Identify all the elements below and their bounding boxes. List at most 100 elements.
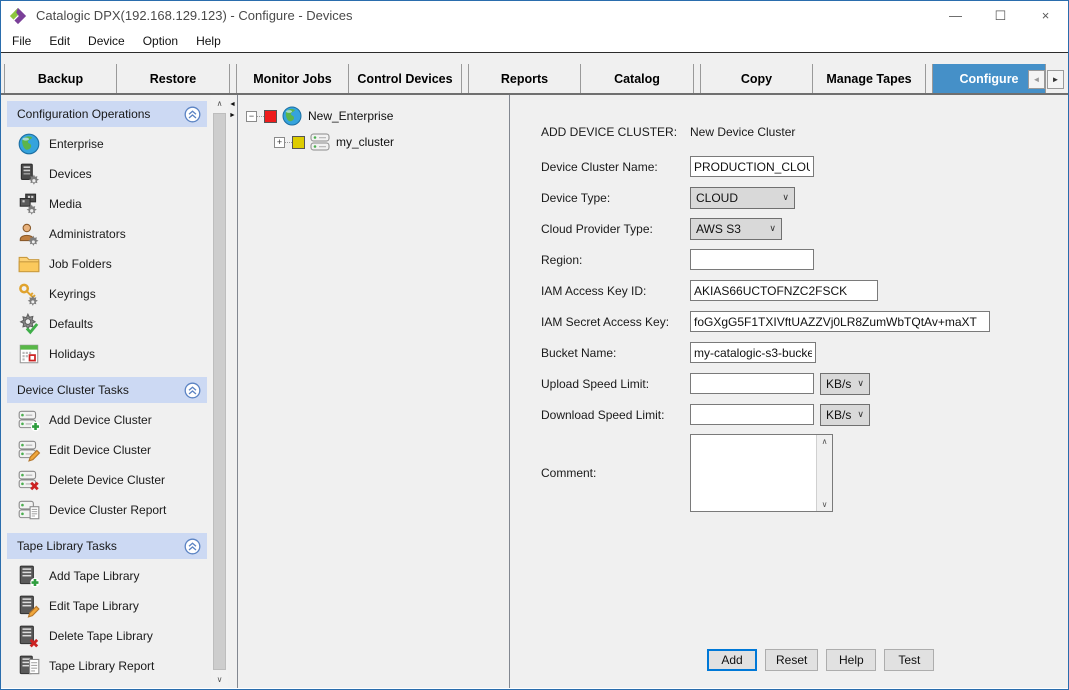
cluster-report-icon bbox=[17, 498, 41, 522]
tape-report-icon bbox=[17, 654, 41, 678]
device-type-dropdown[interactable]: CLOUD ∨ bbox=[690, 187, 795, 209]
sidebar-scrollbar[interactable]: ∧ ∨ bbox=[211, 95, 228, 688]
menu-file[interactable]: File bbox=[3, 30, 40, 52]
tab-scroll-right-icon[interactable]: ► bbox=[1047, 70, 1064, 89]
menu-option[interactable]: Option bbox=[134, 30, 187, 52]
bucket-name-field[interactable] bbox=[690, 342, 816, 363]
keys-gear-icon bbox=[17, 282, 41, 306]
sidebar-item-add-device-cluster[interactable]: Add Device Cluster bbox=[7, 405, 207, 435]
section-device-cluster-tasks[interactable]: Device Cluster Tasks bbox=[7, 377, 207, 403]
help-button[interactable]: Help bbox=[826, 649, 876, 671]
menu-device[interactable]: Device bbox=[79, 30, 134, 52]
section-title: Device Cluster Tasks bbox=[17, 383, 184, 397]
globe-icon bbox=[17, 132, 41, 156]
sidebar-item-media[interactable]: Media bbox=[7, 189, 207, 219]
tree-node-label: my_cluster bbox=[336, 135, 394, 149]
iam-secret-access-key-label: IAM Secret Access Key: bbox=[541, 315, 690, 329]
bucket-name-label: Bucket Name: bbox=[541, 346, 690, 360]
scroll-down-icon[interactable]: ∨ bbox=[211, 671, 228, 688]
cluster-delete-icon bbox=[17, 468, 41, 492]
maximize-icon[interactable]: ☐ bbox=[978, 1, 1023, 30]
scroll-up-icon[interactable]: ∧ bbox=[822, 437, 828, 446]
scroll-up-icon[interactable]: ∧ bbox=[211, 95, 228, 112]
menu-help[interactable]: Help bbox=[187, 30, 230, 52]
tab-strip: Backup Restore Monitor Jobs Control Devi… bbox=[1, 53, 1068, 95]
tab-scroll-left-icon[interactable]: ◄ bbox=[1028, 70, 1045, 89]
tree-collapse-box[interactable]: − bbox=[246, 111, 257, 122]
tab-copy[interactable]: Copy bbox=[701, 64, 813, 93]
download-speed-limit-field[interactable] bbox=[690, 404, 814, 425]
region-field[interactable] bbox=[690, 249, 814, 270]
tab-restore[interactable]: Restore bbox=[117, 64, 229, 93]
tab-monitor-jobs[interactable]: Monitor Jobs bbox=[237, 64, 349, 93]
comment-scrollbar[interactable]: ∧ ∨ bbox=[816, 435, 832, 511]
tab-catalog[interactable]: Catalog bbox=[581, 64, 693, 93]
sidebar-item-administrators[interactable]: Administrators bbox=[7, 219, 207, 249]
collapse-chevron-icon[interactable] bbox=[184, 538, 201, 555]
sidebar-item-label: Delete Device Cluster bbox=[49, 473, 165, 487]
section-tape-library-tasks[interactable]: Tape Library Tasks bbox=[7, 533, 207, 559]
status-red-icon bbox=[264, 110, 277, 123]
sidebar-item-defaults[interactable]: Defaults bbox=[7, 309, 207, 339]
sidebar-item-label: Keyrings bbox=[49, 287, 96, 301]
sidebar-item-device-cluster-report[interactable]: Device Cluster Report bbox=[7, 495, 207, 525]
sidebar-item-add-tape-library[interactable]: Add Tape Library bbox=[7, 561, 207, 591]
minimize-icon[interactable]: — bbox=[933, 1, 978, 30]
sidebar-item-holidays[interactable]: Holidays bbox=[7, 339, 207, 369]
sidebar-item-edit-device-cluster[interactable]: Edit Device Cluster bbox=[7, 435, 207, 465]
sidebar-item-delete-device-cluster[interactable]: Delete Device Cluster bbox=[7, 465, 207, 495]
tab-manage-tapes[interactable]: Manage Tapes bbox=[813, 64, 925, 93]
sidebar-item-enterprise[interactable]: Enterprise bbox=[7, 129, 207, 159]
download-speed-limit-label: Download Speed Limit: bbox=[541, 408, 690, 422]
form-buttons: Add Reset Help Test bbox=[707, 649, 934, 671]
sidebar-item-keyrings[interactable]: Keyrings bbox=[7, 279, 207, 309]
sidebar-item-tape-library-report[interactable]: Tape Library Report bbox=[7, 651, 207, 681]
tab-control-devices[interactable]: Control Devices bbox=[349, 64, 461, 93]
collapse-chevron-icon[interactable] bbox=[184, 382, 201, 399]
tab-reports[interactable]: Reports bbox=[469, 64, 581, 93]
sidebar-item-label: Delete Tape Library bbox=[49, 629, 153, 643]
cloud-provider-type-dropdown[interactable]: AWS S3 ∨ bbox=[690, 218, 782, 240]
tree-node-my-cluster[interactable]: + my_cluster bbox=[274, 129, 509, 155]
scroll-down-icon[interactable]: ∨ bbox=[822, 500, 828, 509]
device-type-value: CLOUD bbox=[696, 191, 738, 205]
comment-textarea[interactable]: ∧ ∨ bbox=[690, 434, 833, 512]
cluster-add-icon bbox=[17, 408, 41, 432]
sidebar-item-label: Add Device Cluster bbox=[49, 413, 152, 427]
sidebar-item-label: Media bbox=[49, 197, 82, 211]
sidebar-item-label: Edit Tape Library bbox=[49, 599, 139, 613]
tree-expand-box[interactable]: + bbox=[274, 137, 285, 148]
region-label: Region: bbox=[541, 253, 690, 267]
media-gear-icon bbox=[17, 192, 41, 216]
add-button[interactable]: Add bbox=[707, 649, 757, 671]
reset-button[interactable]: Reset bbox=[765, 649, 818, 671]
close-icon[interactable]: × bbox=[1023, 1, 1068, 30]
sidebar-item-job-folders[interactable]: Job Folders bbox=[7, 249, 207, 279]
upload-speed-limit-field[interactable] bbox=[690, 373, 814, 394]
upload-speed-unit-value: KB/s bbox=[826, 377, 851, 391]
sidebar-item-label: Devices bbox=[49, 167, 92, 181]
scrollbar-thumb[interactable] bbox=[213, 113, 226, 670]
sidebar-item-devices[interactable]: Devices bbox=[7, 159, 207, 189]
tab-backup[interactable]: Backup bbox=[5, 64, 117, 93]
menu-edit[interactable]: Edit bbox=[40, 30, 79, 52]
calendar-icon bbox=[17, 342, 41, 366]
splitter-expand-icon[interactable]: ► bbox=[229, 110, 236, 121]
sidebar-item-edit-tape-library[interactable]: Edit Tape Library bbox=[7, 591, 207, 621]
catalogic-logo-icon bbox=[9, 7, 27, 25]
download-speed-unit-dropdown[interactable]: KB/s ∨ bbox=[820, 404, 870, 426]
tape-edit-icon bbox=[17, 594, 41, 618]
section-configuration-operations[interactable]: Configuration Operations bbox=[7, 101, 207, 127]
splitter-collapse-icon[interactable]: ◄ bbox=[229, 99, 236, 110]
device-cluster-name-field[interactable] bbox=[690, 156, 814, 177]
panel-splitter[interactable]: ◄ ► bbox=[228, 95, 238, 688]
sidebar-item-label: Administrators bbox=[49, 227, 126, 241]
test-button[interactable]: Test bbox=[884, 649, 934, 671]
sidebar-item-delete-tape-library[interactable]: Delete Tape Library bbox=[7, 621, 207, 651]
tree-node-enterprise[interactable]: − New_Enterprise bbox=[246, 103, 509, 129]
iam-access-key-id-field[interactable] bbox=[690, 280, 878, 301]
iam-secret-access-key-field[interactable] bbox=[690, 311, 990, 332]
collapse-chevron-icon[interactable] bbox=[184, 106, 201, 123]
upload-speed-unit-dropdown[interactable]: KB/s ∨ bbox=[820, 373, 870, 395]
folder-icon bbox=[17, 252, 41, 276]
